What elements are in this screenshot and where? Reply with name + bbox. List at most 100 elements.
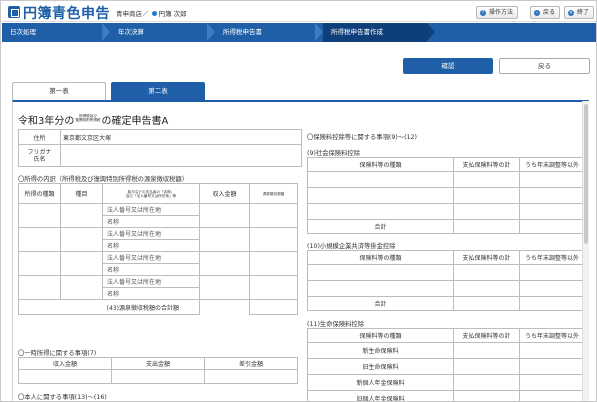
income-item-cell[interactable] — [60, 227, 103, 252]
corp-number-field[interactable]: 法人番号又は所在地 — [102, 203, 200, 216]
back-header-button[interactable]: ‹ 戻る — [530, 6, 561, 19]
step-tax-return[interactable]: 所得税申告書 — [215, 23, 315, 42]
income-section-title: 〇所得の内訳（所得税及び復興特別所得税の源泉徴収税額） — [18, 176, 189, 183]
temp-income-header: 収入金額 — [18, 357, 112, 370]
income-item-header: 種目 — [60, 183, 103, 204]
income-item-cell[interactable] — [60, 251, 103, 276]
life-paid-header: 支払保険料等の計 — [453, 328, 520, 343]
app-title: 円簿青色申告 — [23, 6, 110, 22]
income-amount-cell[interactable] — [199, 227, 250, 252]
small-row[interactable] — [307, 264, 454, 281]
life-row-label: 新個人年金保険料 — [307, 374, 454, 391]
withheld-total-value[interactable] — [249, 299, 298, 315]
workflow-nav: 日次処理 年次決算 所得税申告書 所得税申告書作成 — [2, 23, 596, 42]
help-button[interactable]: ? 操作方法 — [476, 6, 519, 19]
withheld-cell[interactable] — [249, 251, 298, 276]
income-table: 所得の種類 種目 給与などの支払者の「名称」 及び「法人番号又は所在地」等 収入金… — [18, 183, 298, 315]
withheld-header: 源泉徴収税額 — [249, 183, 298, 204]
income-item-cell[interactable] — [60, 275, 103, 300]
income-type-cell[interactable] — [18, 227, 61, 252]
temp-expense-value[interactable] — [111, 369, 205, 384]
furigana-label: フリガナ — [27, 148, 52, 156]
step-tax-return-create[interactable]: 所得税申告書作成 — [323, 23, 427, 42]
withheld-total-label: (43)源泉徴収税額の合計額 — [18, 299, 200, 315]
address-table: 住所 東京都文京区大塚 フリガナ 氏名 — [18, 129, 302, 167]
withheld-cell[interactable] — [249, 227, 298, 252]
income-type-cell[interactable] — [18, 203, 61, 228]
step-separator — [315, 23, 323, 41]
social-insurance-table: 保険料等の種類 支払保険料等の計 うち年末調整等以外 合計 — [307, 157, 585, 234]
confirm-button[interactable]: 確認 — [403, 58, 493, 74]
income-amount-cell[interactable] — [199, 203, 250, 228]
income-type-cell[interactable] — [18, 275, 61, 300]
back-button[interactable]: 戻る — [499, 58, 590, 74]
social-type-header: 保険料等の種類 — [307, 157, 454, 172]
form-panel: 令和3年分の 所得税及び 復興特別所得税の確定申告書A 住所 東京都文京区大塚 フリガ… — [12, 100, 589, 401]
social-row[interactable] — [307, 203, 454, 220]
user-name: 円簿 次郎 — [158, 10, 187, 18]
small-business-title: (10)小規模企業共済等掛金控除 — [307, 243, 396, 250]
income-amount-cell[interactable] — [199, 251, 250, 276]
user-office: 青申商店／ — [116, 10, 149, 18]
exit-button[interactable]: × 終了 — [564, 6, 595, 19]
app-header: 円簿青色申告 青申商店／ 円簿 次郎 ? 操作方法 ‹ 戻る × 終了 — [2, 2, 596, 22]
step-separator — [102, 23, 110, 41]
withheld-cell[interactable] — [249, 203, 298, 228]
payer-header-2: 及び「法人番号又は所在地」等 — [125, 193, 177, 198]
income-type-header: 所得の種類 — [18, 183, 61, 204]
small-row[interactable] — [307, 280, 454, 297]
small-total-value[interactable] — [453, 296, 520, 311]
social-insurance-title: (9)社会保険料控除 — [307, 150, 360, 157]
temp-diff-header: 差引金額 — [204, 357, 298, 370]
temp-income-value[interactable] — [18, 369, 112, 384]
payer-name-field[interactable]: 名称 — [102, 287, 200, 300]
name-label: 氏名 — [33, 155, 46, 163]
social-total-value[interactable] — [453, 219, 520, 234]
scrollbar-thumb[interactable] — [584, 104, 588, 244]
small-business-table: 保険料等の種類 支払保険料等の計 うち年末調整等以外 合計 — [307, 250, 585, 311]
step-daily[interactable]: 日次処理 — [2, 23, 102, 42]
corp-number-field[interactable]: 法人番号又は所在地 — [102, 251, 200, 264]
form-title: 令和3年分の 所得税及び 復興特別所得税の確定申告書A — [18, 114, 169, 127]
temp-diff-value[interactable] — [204, 369, 298, 384]
back-arrow-icon: ‹ — [534, 10, 540, 16]
name-value[interactable] — [60, 144, 302, 167]
life-insurance-table: 保険料等の種類 支払保険料等の計 うち年末調整等以外 新生命保険料 旧生命保険料 新… — [307, 328, 585, 401]
question-icon: ? — [480, 10, 486, 16]
temp-income-table: 収入金額 支出金額 差引金額 — [18, 357, 298, 384]
personal-section-title: 〇本人に関する事項(13)～(16) — [18, 394, 107, 401]
payer-name-field[interactable]: 名称 — [102, 215, 200, 228]
social-row[interactable] — [307, 187, 454, 204]
app-window: 円簿青色申告 青申商店／ 円簿 次郎 ? 操作方法 ‹ 戻る × 終了 日次処理 年次決… — [0, 0, 597, 402]
address-value[interactable]: 東京都文京区大塚 — [60, 129, 302, 145]
step-annual[interactable]: 年次決算 — [110, 23, 207, 42]
life-insurance-title: (11)生命保険料控除 — [307, 321, 365, 328]
step-separator — [207, 23, 215, 41]
life-row-label: 新生命保険料 — [307, 342, 454, 359]
address-label: 住所 — [18, 129, 61, 145]
tab-page-2[interactable]: 第二表 — [111, 82, 205, 100]
income-item-cell[interactable] — [60, 203, 103, 228]
app-logo-icon — [8, 6, 20, 18]
insurance-section-title: 〇保険料控除等に関する事項(9)～(12) — [307, 134, 418, 141]
temp-expense-header: 支出金額 — [111, 357, 205, 370]
tab-page-1[interactable]: 第一表 — [12, 82, 106, 100]
income-amount-cell[interactable] — [199, 275, 250, 300]
small-total-label: 合計 — [307, 296, 454, 311]
payer-name-field[interactable]: 名称 — [102, 239, 200, 252]
social-other-header: うち年末調整等以外 — [519, 157, 585, 172]
close-icon: × — [568, 10, 574, 16]
payer-name-field[interactable]: 名称 — [102, 263, 200, 276]
withheld-cell[interactable] — [249, 275, 298, 300]
corp-number-field[interactable]: 法人番号又は所在地 — [102, 227, 200, 240]
social-paid-header: 支払保険料等の計 — [453, 157, 520, 172]
vertical-scrollbar[interactable] — [582, 101, 589, 401]
title-small-2: 復興特別所得税 — [75, 118, 101, 122]
social-row[interactable] — [307, 171, 454, 188]
temp-income-section-title: 〇一時所得に関する事項(7) — [18, 350, 97, 357]
small-paid-header: 支払保険料等の計 — [453, 250, 520, 265]
income-type-cell[interactable] — [18, 251, 61, 276]
life-other-header: うち年末調整等以外 — [519, 328, 585, 343]
corp-number-field[interactable]: 法人番号又は所在地 — [102, 275, 200, 288]
user-info: 青申商店／ 円簿 次郎 — [116, 8, 187, 18]
